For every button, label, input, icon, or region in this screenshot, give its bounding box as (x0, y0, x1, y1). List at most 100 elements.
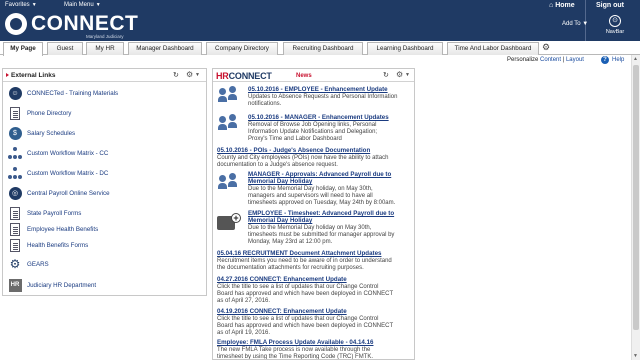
add-to-label: Add To (562, 21, 581, 27)
link-label: Custom Workflow Matrix - CC (27, 149, 109, 157)
document-icon (8, 222, 22, 236)
link-gears[interactable]: ⚙ GEARS (8, 254, 206, 274)
news-item-text: Recruitment items you need to be aware o… (217, 258, 392, 272)
news-item: 05.04.16 RECRUITMENT Document Attachment… (217, 250, 395, 272)
link-health-benefits-forms[interactable]: Health Benefits Forms (8, 235, 206, 255)
logo-subtitle: Maryland Judiciary (86, 34, 124, 39)
news-item-text: Updates to Absence Requests and Personal… (248, 94, 398, 108)
page-scrollbar[interactable]: ▲ ▼ (631, 55, 640, 360)
logo-title: CONNECT (31, 12, 139, 35)
link-label: CONNECTed - Training Materials (27, 89, 119, 97)
tab-guest[interactable]: Guest (47, 42, 83, 55)
personalize-label: Personalize (507, 57, 539, 63)
people-icon (217, 86, 243, 108)
top-header: Favorites ▼ Main Menu ▼ CONNECT Maryland J… (0, 0, 640, 41)
main-menu[interactable]: Main Menu ▼ (64, 2, 101, 8)
link-workflow-matrix-dc[interactable]: Custom Workflow Matrix - DC (8, 163, 206, 183)
link-label: Central Payroll Online Service (27, 189, 110, 197)
money-icon: $ (8, 126, 22, 140)
news-item: EMPLOYEE - Timesheet: Advanced Payroll d… (248, 210, 398, 247)
news-item-text: Due to the Memorial Day holiday on May 3… (248, 225, 395, 246)
globe-icon: ◎ (8, 186, 22, 200)
tab-my-page[interactable]: My Page (3, 42, 43, 56)
link-label: GEARS (27, 260, 49, 268)
news-item-text: Click the title to see a list of updates… (217, 284, 393, 305)
home-link[interactable]: ⌂ Home (549, 2, 575, 9)
phone-plus-icon: + (217, 213, 243, 235)
compass-icon: ⊙ (609, 15, 621, 27)
personalize-links: Personalize Content | Layout (507, 57, 584, 63)
news-item: MANAGER - Approvals: Advanced Payroll du… (248, 171, 398, 208)
news-item: 05.10.2016 - POIs - Judge's Absence Docu… (217, 147, 395, 169)
news-item-title[interactable]: 05.04.16 RECRUITMENT Document Attachment… (217, 250, 395, 257)
news-item-text: County and City employees (POIs) now hav… (217, 155, 389, 169)
link-label: Employee Health Benefits (27, 225, 99, 233)
chevron-down-icon[interactable]: ▼ (405, 72, 410, 78)
link-label: Salary Schedules (27, 129, 76, 137)
refresh-icon[interactable]: ↻ (173, 71, 179, 79)
chevron-down-icon[interactable]: ▼ (195, 72, 200, 78)
refresh-icon[interactable]: ↻ (383, 71, 389, 79)
news-item: Employee: FMLA Process Update Available … (217, 339, 395, 360)
news-item-title[interactable]: 04.19.2016 CONNECT: Enhancement Update (217, 308, 395, 315)
news-item-title[interactable]: EMPLOYEE - Timesheet: Advanced Payroll d… (248, 210, 398, 224)
link-phone-directory[interactable]: Phone Directory (8, 103, 206, 123)
home-label: Home (555, 2, 575, 9)
news-item-text: Click the title to see a list of updates… (217, 316, 393, 337)
scroll-down-arrow-icon[interactable]: ▼ (633, 353, 638, 359)
news-item: 04.19.2016 CONNECT: Enhancement Update C… (217, 308, 395, 338)
document-icon (8, 106, 22, 120)
link-workflow-matrix-cc[interactable]: Custom Workflow Matrix - CC (8, 143, 206, 163)
hr-connect-logo: HRCONNECT (216, 71, 272, 81)
tab-company-directory[interactable]: Company Directory (206, 42, 278, 55)
document-icon (8, 238, 22, 252)
tab-recruiting-dashboard[interactable]: Recruiting Dashboard (283, 42, 363, 55)
navbar-button[interactable]: ⊙ NavBar (598, 15, 632, 35)
gear-icon[interactable]: ⚙ (186, 70, 193, 79)
personalize-layout-link[interactable]: Layout (566, 57, 584, 63)
news-item-title[interactable]: 04.27.2016 CONNECT: Enhancement Update (217, 276, 395, 283)
chevron-down-icon: ▼ (582, 21, 589, 27)
news-item-text: The new FMLA Take process is now availab… (217, 347, 374, 360)
news-item-title[interactable]: MANAGER - Approvals: Advanced Payroll du… (248, 171, 398, 185)
news-item-title[interactable]: 05.10.2016 - POIs - Judge's Absence Docu… (217, 147, 395, 154)
chevron-down-icon: ▼ (31, 2, 37, 8)
favorites-menu[interactable]: Favorites ▼ (5, 2, 37, 8)
link-label: Phone Directory (27, 109, 72, 117)
personalize-content-link[interactable]: Content (540, 57, 561, 63)
connect-logo[interactable]: CONNECT (5, 13, 138, 35)
news-title: News (296, 73, 312, 79)
scroll-up-arrow-icon[interactable]: ▲ (633, 56, 638, 62)
news-item-text: Removal of Browse Job Opening links, Per… (248, 122, 378, 143)
org-chart-icon (8, 146, 22, 160)
news-item-title[interactable]: 05.10.2016 - EMPLOYEE - Enhancement Upda… (248, 86, 398, 93)
sign-out-link[interactable]: Sign out (596, 2, 624, 9)
help-link[interactable]: Help (612, 57, 624, 63)
link-central-payroll[interactable]: ◎ Central Payroll Online Service (8, 183, 206, 203)
news-item-title[interactable]: Employee: FMLA Process Update Available … (217, 339, 395, 346)
tab-settings-gear-icon[interactable]: ⚙ (542, 42, 550, 53)
scroll-thumb[interactable] (633, 65, 639, 330)
home-icon: ⌂ (549, 2, 554, 9)
tab-my-hr[interactable]: My HR (86, 42, 124, 55)
news-item: 05.10.2016 - MANAGER - Enhancement Updat… (248, 114, 398, 144)
tab-learning-dashboard[interactable]: Learning Dashboard (367, 42, 443, 55)
help-icon[interactable]: ? (601, 56, 609, 64)
people-icon (217, 114, 243, 136)
link-connected-training[interactable]: ☺ CONNECTed - Training Materials (8, 83, 206, 103)
news-item-title[interactable]: 05.10.2016 - MANAGER - Enhancement Updat… (248, 114, 398, 121)
add-to-menu[interactable]: Add To ▼ (562, 21, 588, 27)
gear-icon: ⚙ (9, 257, 21, 271)
hr-icon: HR (8, 278, 22, 292)
hr-logo-text: HR (216, 71, 229, 81)
tab-time-and-labor-dashboard[interactable]: Time And Labor Dashboard (447, 42, 539, 55)
news-item: 04.27.2016 CONNECT: Enhancement Update C… (217, 276, 395, 306)
link-salary-schedules[interactable]: $ Salary Schedules (8, 123, 206, 143)
link-judiciary-hr[interactable]: HR Judiciary HR Department (8, 275, 206, 295)
gear-icon[interactable]: ⚙ (396, 70, 403, 79)
tab-manager-dashboard[interactable]: Manager Dashboard (128, 42, 202, 55)
navbar-label: NavBar (605, 29, 625, 35)
favorites-label: Favorites (5, 2, 30, 8)
link-label: Health Benefits Forms (27, 241, 89, 249)
people-icon (217, 173, 243, 195)
